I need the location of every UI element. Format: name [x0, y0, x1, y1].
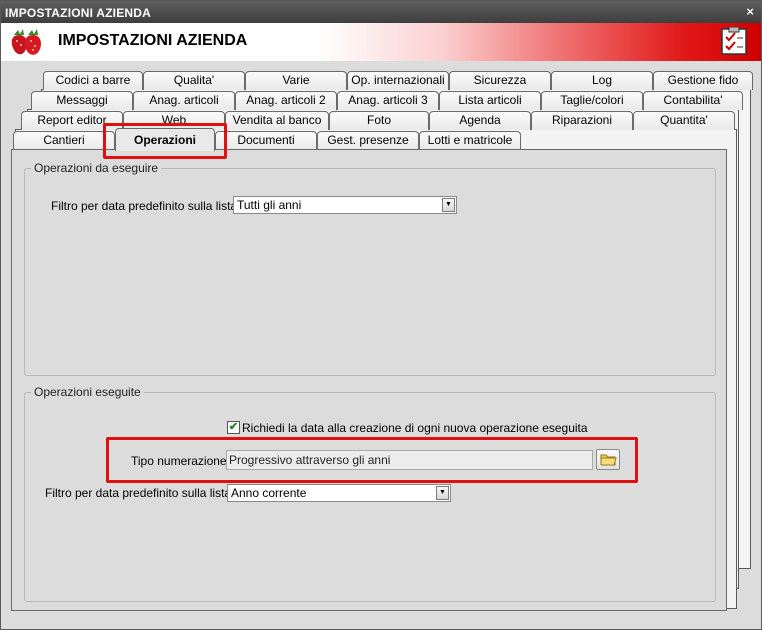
tab-anag-articoli-2[interactable]: Anag. articoli 2 — [235, 91, 337, 110]
tab-varie[interactable]: Varie — [245, 71, 347, 90]
tab-taglie-colori[interactable]: Taglie/colori — [541, 91, 643, 110]
checkbox-richiedi-data[interactable]: ✔ — [227, 421, 240, 434]
browse-button[interactable] — [596, 449, 620, 470]
tab-gestione-fido[interactable]: Gestione fido — [653, 71, 753, 90]
tab-panel-operazioni: Operazioni da eseguire Filtro per data p… — [11, 149, 727, 611]
tab-quantita[interactable]: Quantita' — [633, 111, 735, 130]
tab-codici-a-barre[interactable]: Codici a barre — [43, 71, 143, 90]
tab-messaggi[interactable]: Messaggi — [31, 91, 133, 110]
tab-vendita-al-banco[interactable]: Vendita al banco — [225, 111, 329, 130]
close-icon[interactable]: × — [746, 4, 754, 19]
filter-select-da-eseguire[interactable]: Tutti gli anni ▼ — [233, 196, 457, 214]
tab-operazioni[interactable]: Operazioni — [115, 128, 215, 151]
tab-riparazioni[interactable]: Riparazioni — [531, 111, 633, 130]
tab-foto[interactable]: Foto — [329, 111, 429, 130]
group-title: Operazioni da eseguire — [31, 161, 162, 175]
title-bar: IMPOSTAZIONI AZIENDA × — [1, 1, 761, 23]
tab-op-internazionali[interactable]: Op. internazionali — [347, 71, 449, 90]
group-title: Operazioni eseguite — [31, 385, 144, 399]
tab-documenti[interactable]: Documenti — [215, 131, 317, 150]
chevron-down-icon[interactable]: ▼ — [436, 486, 449, 500]
filter-label: Filtro per data predefinito sulla lista … — [45, 486, 238, 500]
header-title: IMPOSTAZIONI AZIENDA — [58, 32, 248, 49]
window-title: IMPOSTAZIONI AZIENDA — [5, 6, 151, 20]
chevron-down-icon[interactable]: ▼ — [442, 198, 455, 212]
tab-sicurezza[interactable]: Sicurezza — [449, 71, 551, 90]
tab-contabilita[interactable]: Contabilita' — [643, 91, 743, 110]
tab-anag-articoli[interactable]: Anag. articoli — [133, 91, 235, 110]
filter-value: Anno corrente — [231, 486, 307, 500]
tab-qualita[interactable]: Qualita' — [143, 71, 245, 90]
strawberry-icon — [11, 29, 41, 55]
group-operazioni-eseguite: Operazioni eseguite ✔ Richiedi la data a… — [24, 385, 716, 602]
filter-value: Tutti gli anni — [237, 198, 302, 212]
tipo-numerazione-value: Progressivo attraverso gli anni — [229, 453, 391, 467]
tab-gest-presenze[interactable]: Gest. presenze — [317, 131, 419, 150]
tab-lotti-e-matricole[interactable]: Lotti e matricole — [419, 131, 521, 150]
tab-report-editor[interactable]: Report editor — [21, 111, 123, 130]
checklist-icon — [721, 27, 747, 55]
tab-anag-articoli-3[interactable]: Anag. articoli 3 — [337, 91, 439, 110]
tab-log[interactable]: Log — [551, 71, 653, 90]
header-banner: IMPOSTAZIONI AZIENDA — [1, 23, 761, 61]
tab-agenda[interactable]: Agenda — [429, 111, 531, 130]
check-icon: ✔ — [228, 421, 239, 433]
settings-window: IMPOSTAZIONI AZIENDA × IMPOSTAZIONI AZIE… — [0, 0, 762, 630]
tipo-numerazione-field: Progressivo attraverso gli anni — [226, 450, 593, 470]
filter-select-eseguite[interactable]: Anno corrente ▼ — [227, 484, 451, 502]
tipo-numerazione-label: Tipo numerazione : — [131, 454, 234, 468]
folder-icon — [600, 454, 617, 466]
checkbox-label: Richiedi la data alla creazione di ogni … — [242, 421, 588, 435]
group-operazioni-da-eseguire: Operazioni da eseguire Filtro per data p… — [24, 161, 716, 376]
tab-lista-articoli[interactable]: Lista articoli — [439, 91, 541, 110]
tab-cantieri[interactable]: Cantieri — [13, 131, 115, 150]
filter-label: Filtro per data predefinito sulla lista … — [51, 199, 244, 213]
